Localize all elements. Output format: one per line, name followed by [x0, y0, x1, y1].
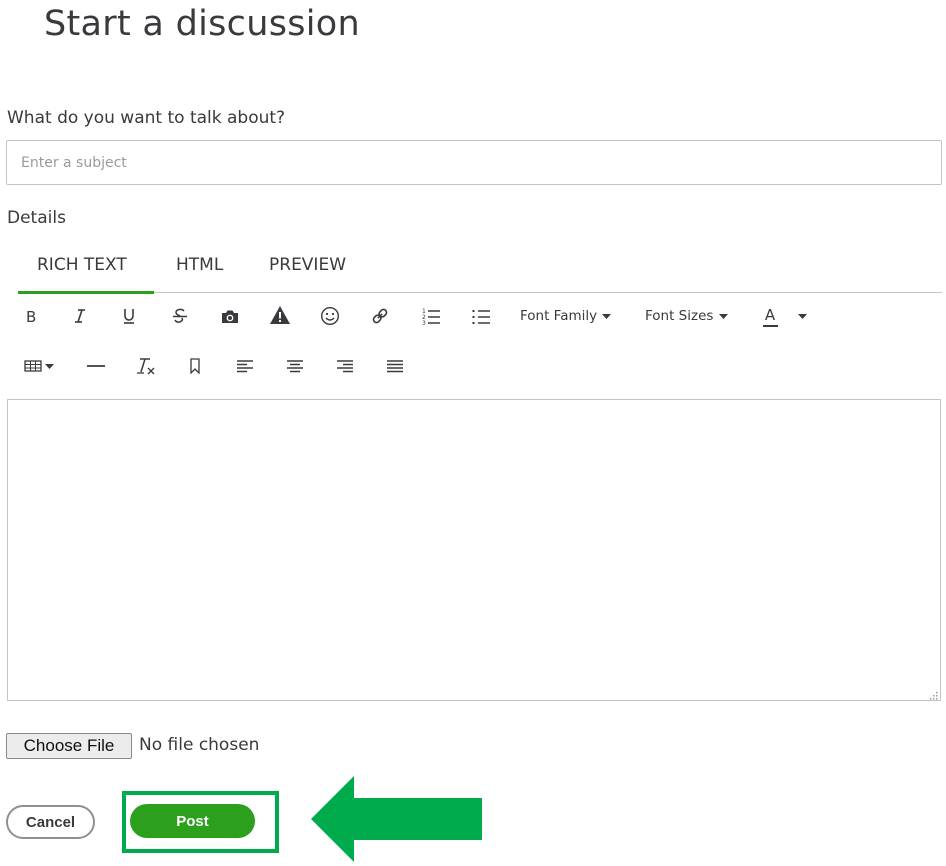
justify-button[interactable] — [383, 354, 407, 378]
message-editor[interactable] — [7, 399, 941, 701]
resize-grip-icon[interactable] — [927, 686, 939, 700]
font-family-dropdown[interactable]: Font Family — [520, 305, 612, 327]
insert-table-button[interactable] — [20, 354, 58, 378]
text-color-button[interactable]: A — [761, 304, 779, 330]
choose-file-button[interactable]: Choose File — [6, 733, 132, 759]
strikethrough-button[interactable] — [169, 304, 191, 328]
underline-button[interactable] — [118, 304, 140, 328]
caret-down-icon — [719, 313, 729, 319]
link-icon — [370, 306, 390, 326]
numbered-list-button[interactable]: 123 — [419, 304, 443, 328]
details-label: Details — [7, 208, 66, 228]
align-left-button[interactable] — [233, 354, 257, 378]
svg-text:B: B — [26, 308, 36, 324]
insert-image-button[interactable] — [218, 304, 242, 328]
align-right-icon — [336, 359, 354, 373]
bold-icon: B — [24, 308, 38, 324]
spoiler-button[interactable] — [268, 303, 292, 327]
bold-button[interactable]: B — [20, 304, 42, 328]
file-status: No file chosen — [139, 735, 260, 755]
svg-text:3: 3 — [422, 320, 426, 326]
warning-icon — [269, 305, 291, 325]
insert-link-button[interactable] — [368, 304, 392, 328]
tabs-divider — [18, 292, 942, 293]
bulleted-list-icon — [471, 306, 491, 326]
page-title: Start a discussion — [44, 4, 360, 44]
emoji-icon — [320, 306, 340, 326]
underline-icon — [121, 307, 137, 325]
italic-icon — [72, 308, 88, 324]
justify-icon — [386, 359, 404, 373]
clear-formatting-icon — [135, 356, 157, 376]
align-center-button[interactable] — [283, 354, 307, 378]
strikethrough-icon — [171, 307, 189, 325]
emoji-button[interactable] — [318, 304, 342, 328]
numbered-list-icon: 123 — [421, 306, 441, 326]
bulleted-list-button[interactable] — [469, 304, 493, 328]
text-color-label: A — [764, 306, 776, 324]
font-sizes-label: Font Sizes — [645, 308, 714, 324]
tab-preview[interactable]: PREVIEW — [269, 255, 346, 275]
font-sizes-dropdown[interactable]: Font Sizes — [645, 305, 729, 327]
horizontal-rule-button[interactable] — [84, 354, 108, 378]
bookmark-button[interactable] — [184, 354, 206, 378]
caret-down-icon — [797, 313, 807, 319]
italic-button[interactable] — [69, 304, 91, 328]
tab-html[interactable]: HTML — [176, 255, 223, 275]
tab-rich-text[interactable]: RICH TEXT — [37, 255, 127, 275]
bookmark-icon — [189, 358, 201, 374]
cancel-button[interactable]: Cancel — [6, 805, 95, 839]
camera-icon — [220, 308, 240, 325]
align-right-button[interactable] — [333, 354, 357, 378]
table-icon — [24, 359, 42, 373]
align-center-icon — [286, 359, 304, 373]
caret-down-icon — [602, 313, 612, 319]
text-color-bar — [762, 325, 778, 327]
active-tab-indicator — [18, 291, 154, 294]
clear-formatting-button[interactable] — [134, 354, 158, 378]
text-color-dropdown[interactable] — [794, 305, 810, 327]
caret-down-icon — [45, 363, 54, 369]
post-button[interactable]: Post — [130, 804, 255, 838]
subject-label: What do you want to talk about? — [7, 108, 286, 128]
horizontal-rule-icon — [86, 364, 106, 368]
font-family-label: Font Family — [520, 308, 598, 324]
align-left-icon — [236, 359, 254, 373]
subject-input[interactable] — [6, 140, 942, 185]
pointer-arrow-icon — [311, 776, 482, 862]
